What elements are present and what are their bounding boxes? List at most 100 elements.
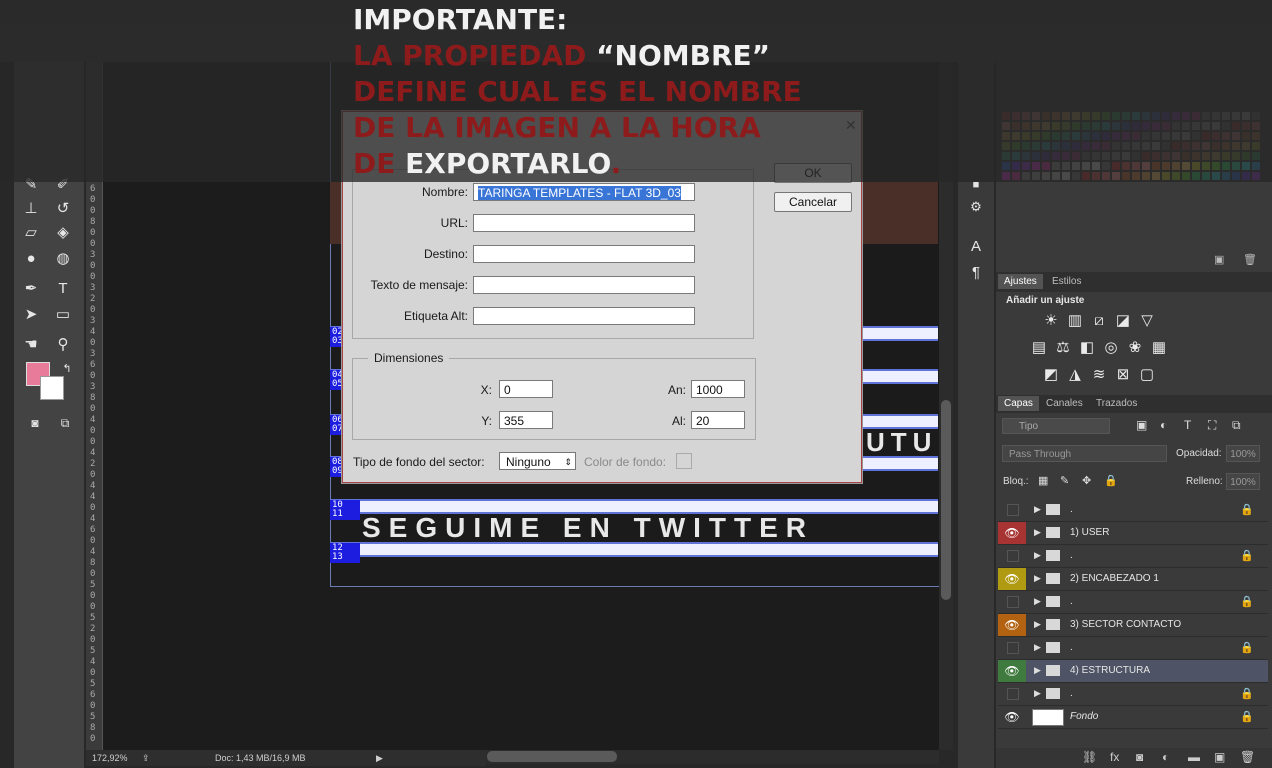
eraser-icon[interactable]: ▱ (20, 222, 42, 244)
swap-colors-icon[interactable]: ↰ (56, 358, 78, 380)
expand-arrow-icon[interactable]: ▶ (1034, 504, 1041, 515)
levels-icon[interactable]: ▥ (1066, 312, 1084, 330)
new-layer-icon[interactable]: ▣ (1214, 750, 1225, 764)
texto-mensaje-input[interactable] (473, 276, 695, 294)
blend-mode-select[interactable]: Pass Through (1002, 445, 1167, 462)
adjust-sliders-icon[interactable]: ⚙ (965, 196, 987, 218)
export-icon[interactable]: ⇪ (142, 750, 150, 766)
layer-row[interactable]: 👁 ▶ 4) ESTRUCTURA (998, 660, 1268, 683)
invert-icon[interactable]: ◩ (1042, 366, 1060, 384)
color-balance-icon[interactable]: ⚖ (1054, 339, 1072, 357)
vibrance-icon[interactable]: ▽ (1138, 312, 1156, 330)
expand-arrow-icon[interactable]: ▶ (1034, 573, 1041, 584)
filter-type-icon[interactable]: T (1184, 418, 1191, 432)
opacity-input[interactable]: 100% (1226, 445, 1260, 462)
visibility-empty-icon[interactable] (1007, 642, 1019, 654)
visibility-eye-icon[interactable]: 👁 (998, 522, 1026, 544)
layer-row[interactable]: 👁 ▶ 3) SECTOR CONTACTO (998, 614, 1268, 637)
nombre-input[interactable]: TARINGA TEMPLATES - FLAT 3D_03 (473, 183, 695, 201)
status-arrow-icon[interactable]: ▶ (376, 750, 383, 766)
visibility-empty-icon[interactable] (1007, 550, 1019, 562)
layer-filter-dropdown[interactable]: Tipo (1002, 418, 1110, 434)
url-input[interactable] (473, 214, 695, 232)
visibility-eye-icon[interactable]: 👁 (998, 706, 1026, 728)
lock-pixels-icon[interactable]: ✎ (1060, 474, 1069, 487)
type-icon[interactable]: T (52, 278, 74, 300)
al-input[interactable]: 20 (691, 411, 745, 429)
destino-input[interactable] (473, 245, 695, 263)
tab-estilos[interactable]: Estilos (1046, 274, 1087, 289)
filter-pixel-icon[interactable]: ▣ (1136, 418, 1147, 432)
expand-arrow-icon[interactable]: ▶ (1034, 642, 1041, 653)
etiqueta-alt-input[interactable] (473, 307, 695, 325)
layer-row[interactable]: ▶. 🔒 (998, 591, 1268, 614)
expand-arrow-icon[interactable]: ▶ (1034, 665, 1041, 676)
lock-position-icon[interactable]: ✥ (1082, 474, 1091, 487)
filter-adjustment-icon[interactable]: ◐ (1160, 418, 1167, 432)
visibility-empty-icon[interactable] (1007, 596, 1019, 608)
layer-row[interactable]: 👁 ▶ 2) ENCABEZADO 1 (998, 568, 1268, 591)
layer-row[interactable]: 👁 Fondo 🔒 (998, 706, 1268, 729)
tab-canales[interactable]: Canales (1040, 396, 1089, 411)
fx-icon[interactable]: fx (1110, 750, 1119, 764)
gradient-map-icon[interactable]: ⊠ (1114, 366, 1132, 384)
slice-label[interactable]: 12 13 (330, 543, 360, 563)
expand-arrow-icon[interactable]: ▶ (1034, 596, 1041, 607)
delete-layer-icon[interactable]: 🗑 (1240, 750, 1255, 764)
visibility-empty-icon[interactable] (1007, 504, 1019, 516)
new-group-icon[interactable]: ▬ (1188, 750, 1200, 764)
expand-arrow-icon[interactable]: ▶ (1034, 688, 1041, 699)
zoom-level[interactable]: 172,92% (92, 750, 128, 766)
color-fondo-swatch[interactable] (676, 453, 692, 469)
vertical-scroll-thumb[interactable] (941, 400, 951, 600)
expand-arrow-icon[interactable]: ▶ (1034, 550, 1041, 561)
character-icon[interactable]: A (965, 236, 987, 258)
brightness-icon[interactable]: ☀ (1042, 312, 1060, 330)
trash-icon[interactable]: 🗑 (1243, 253, 1257, 266)
quick-mask-icon[interactable]: ◙ (24, 412, 46, 434)
lock-all-icon[interactable]: 🔒 (1104, 474, 1118, 487)
zoom-icon[interactable]: ⚲ (52, 334, 74, 356)
layer-row[interactable]: 👁 ▶ 1) USER (998, 522, 1268, 545)
posterize-icon[interactable]: ◮ (1066, 366, 1084, 384)
lock-transparency-icon[interactable]: ▦ (1038, 474, 1048, 487)
history-brush-icon[interactable]: ↺ (52, 198, 74, 220)
an-input[interactable]: 1000 (691, 380, 745, 398)
dodge-icon[interactable]: ◍ (52, 248, 74, 270)
slice-label[interactable]: 10 11 (330, 500, 360, 520)
rectangle-icon[interactable]: ▭ (52, 304, 74, 326)
paragraph-icon[interactable]: ¶ (965, 262, 987, 284)
fondo-select[interactable]: Ninguno ⇕ (499, 452, 576, 470)
layer-row[interactable]: ▶. 🔒 (998, 637, 1268, 660)
expand-arrow-icon[interactable]: ▶ (1034, 619, 1041, 630)
mask-icon[interactable]: ◙ (1136, 750, 1143, 764)
hue-saturation-icon[interactable]: ▤ (1030, 339, 1048, 357)
y-input[interactable]: 355 (499, 411, 553, 429)
layer-row[interactable]: ▶. 🔒 (998, 545, 1268, 568)
visibility-eye-icon[interactable]: 👁 (998, 614, 1026, 636)
black-white-icon[interactable]: ◧ (1078, 339, 1096, 357)
hand-icon[interactable]: ☚ (20, 334, 42, 356)
layer-row[interactable]: ▶. 🔒 (998, 683, 1268, 706)
photo-filter-icon[interactable]: ◎ (1102, 339, 1120, 357)
tab-trazados[interactable]: Trazados (1090, 396, 1143, 411)
threshold-icon[interactable]: ≋ (1090, 366, 1108, 384)
visibility-empty-icon[interactable] (1007, 688, 1019, 700)
link-layers-icon[interactable]: ⛓ (1082, 750, 1097, 764)
channel-mixer-icon[interactable]: ❀ (1126, 339, 1144, 357)
adjustment-layer-icon[interactable]: ◐ (1162, 750, 1169, 764)
expand-arrow-icon[interactable]: ▶ (1034, 527, 1041, 538)
curves-icon[interactable]: ⧄ (1090, 312, 1108, 330)
screen-mode-icon[interactable]: ⧉ (54, 412, 76, 434)
pen-icon[interactable]: ✒ (20, 278, 42, 300)
exposure-icon[interactable]: ◪ (1114, 312, 1132, 330)
horizontal-scroll-thumb[interactable] (487, 751, 617, 762)
filter-smart-object-icon[interactable]: ⧉ (1232, 418, 1241, 433)
layer-row[interactable]: ▶. 🔒 (998, 499, 1268, 522)
x-input[interactable]: 0 (499, 380, 553, 398)
cancel-button[interactable]: Cancelar (774, 192, 852, 212)
visibility-eye-icon[interactable]: 👁 (998, 568, 1026, 590)
new-swatch-icon[interactable]: ▣ (1214, 253, 1224, 266)
paint-bucket-icon[interactable]: ◈ (52, 222, 74, 244)
tab-ajustes[interactable]: Ajustes (998, 274, 1043, 289)
